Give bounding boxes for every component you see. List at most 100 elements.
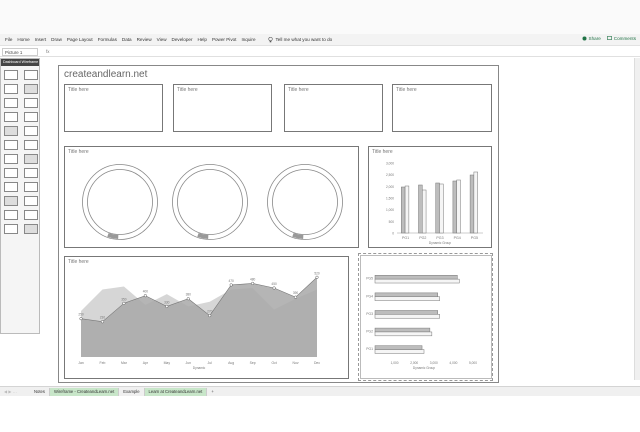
y-tick-label: 1,500 xyxy=(386,197,394,201)
stencil-shape[interactable] xyxy=(4,224,18,234)
title-bar xyxy=(0,0,640,34)
x-tick-label: Jun xyxy=(186,361,192,365)
ribbon-tab-view[interactable]: View xyxy=(157,37,167,42)
data-label: 250 xyxy=(78,313,84,317)
horizontal-bar xyxy=(374,345,423,350)
ribbon-tab-formulas[interactable]: Formulas xyxy=(98,37,117,42)
donut-inner-ring xyxy=(177,169,243,235)
data-label: 400 xyxy=(143,290,149,294)
column-bar xyxy=(401,186,406,234)
tell-me-search[interactable]: Tell me what you want to do xyxy=(267,36,332,43)
comments-button[interactable]: Comments xyxy=(606,36,636,41)
sheet-tab-example[interactable]: Example xyxy=(119,387,145,396)
ribbon-tab-page-layout[interactable]: Page Layout xyxy=(67,37,93,42)
column-bar xyxy=(456,179,461,234)
dashboard-wireframe[interactable]: createandlearn.net Title here Title here… xyxy=(58,65,499,383)
x-tick-label: Nov xyxy=(293,361,299,365)
horizontal-bar xyxy=(374,331,433,337)
stencil-shape[interactable] xyxy=(4,84,18,94)
sheet-tab-wireframe[interactable]: Wireframe - CreateandLearn.net xyxy=(49,387,120,396)
stencil-shape[interactable] xyxy=(24,168,38,178)
column-chart: 0 500 1,000 1,500 2,000 2,500 3,000 PG1 PG2 PG3 PG… xyxy=(386,162,483,245)
line-marker xyxy=(143,294,147,298)
horizontal-bar xyxy=(374,275,458,280)
y-tick-label: PG2 xyxy=(366,329,373,333)
stencil-shape[interactable] xyxy=(4,112,18,122)
stencil-shape[interactable] xyxy=(24,196,38,206)
column-chart-panel[interactable]: Title here 0 500 1,000 1,500 2,000 2,500 3,000… xyxy=(368,146,492,248)
horizontal-bar xyxy=(374,327,431,333)
area-chart-panel[interactable]: Title here 250 230 350 400 330 380 270 470 480 45… xyxy=(64,256,349,379)
stencil-shape[interactable] xyxy=(4,70,18,80)
ribbon-tab-help[interactable]: Help xyxy=(197,37,206,42)
add-sheet-button[interactable]: + xyxy=(207,388,217,396)
stencil-shape[interactable] xyxy=(4,140,18,150)
stencil-shape[interactable] xyxy=(4,210,18,220)
ribbon-tab-power-pivot[interactable]: Power Pivot xyxy=(212,37,237,42)
stencil-shape[interactable] xyxy=(4,154,18,164)
kpi-card-4[interactable]: Title here xyxy=(392,84,492,132)
stencil-shape[interactable] xyxy=(4,182,18,192)
ribbon-tab-data[interactable]: Data xyxy=(122,37,132,42)
share-label: Share xyxy=(588,36,601,41)
name-box[interactable]: Picture 1 xyxy=(2,47,38,56)
horizontal-bar xyxy=(374,349,425,354)
stencil-shape[interactable] xyxy=(24,154,38,164)
stencil-shape[interactable] xyxy=(24,126,38,136)
kpi-card-2[interactable]: Title here xyxy=(173,84,272,132)
stencil-shape[interactable] xyxy=(24,182,38,192)
kpi-title-1: Title here xyxy=(68,87,89,93)
kpi-card-1[interactable]: Title here xyxy=(64,84,163,132)
ribbon-tab-draw[interactable]: Draw xyxy=(51,37,62,42)
brand-title: createandlearn.net xyxy=(64,69,148,80)
donut-inner-ring xyxy=(272,169,338,235)
y-tick-label: 500 xyxy=(389,220,395,224)
ribbon-tab-developer[interactable]: Developer xyxy=(172,37,193,42)
ribbon-tab-home[interactable]: Home xyxy=(17,37,29,42)
horizontal-bar xyxy=(374,296,440,301)
sheet-tab-learn[interactable]: Learn at CreateandLearn.net xyxy=(144,387,208,396)
horizontal-bar xyxy=(374,310,438,315)
column-bar xyxy=(418,184,423,234)
column-bar xyxy=(422,189,427,234)
share-icon xyxy=(582,36,587,41)
line-marker xyxy=(208,314,212,318)
ribbon-tab-review[interactable]: Review xyxy=(137,37,152,42)
ribbon-tab-inquire[interactable]: Inquire xyxy=(241,37,255,42)
line-marker xyxy=(251,281,255,285)
stencil-shape[interactable] xyxy=(4,196,18,206)
donut-outer-ring xyxy=(267,164,343,240)
stencil-shape[interactable] xyxy=(24,84,38,94)
bar-chart-panel[interactable]: PG5 PG4 PG3 PG2 PG1 1,000 2,000 3,000 4,000 5,000… xyxy=(360,255,492,379)
stencil-shape[interactable] xyxy=(24,112,38,122)
stencil-shape[interactable] xyxy=(4,168,18,178)
horizontal-bar xyxy=(374,314,440,319)
kpi-title-4: Title here xyxy=(396,87,417,93)
data-label: 270 xyxy=(207,310,213,314)
y-tick-label: 2,500 xyxy=(386,173,394,177)
comment-icon xyxy=(606,36,612,40)
stencil-shape[interactable] xyxy=(24,140,38,150)
ribbon-tab-insert[interactable]: Insert xyxy=(35,37,47,42)
stencil-shape[interactable] xyxy=(4,98,18,108)
stencil-shape[interactable] xyxy=(24,224,38,234)
donut-panel[interactable]: Title here xyxy=(64,146,359,248)
kpi-card-3[interactable]: Title here xyxy=(284,84,383,132)
stencil-shape[interactable] xyxy=(24,210,38,220)
sheet-tab-notes[interactable]: Notes xyxy=(30,387,50,396)
x-axis-label: Dynamic xyxy=(193,366,206,370)
sheet-nav-arrows[interactable]: ◀ ▶ … xyxy=(4,389,30,394)
donut-panel-title: Title here xyxy=(68,149,89,155)
stencil-shape[interactable] xyxy=(24,70,38,80)
share-button[interactable]: Share xyxy=(582,36,601,41)
stencil-shape[interactable] xyxy=(24,98,38,108)
x-axis-label: Dynamic Group xyxy=(429,241,451,245)
line-marker xyxy=(100,320,105,324)
ribbon-tab-file[interactable]: File xyxy=(5,37,12,42)
x-tick-label: Jan xyxy=(78,361,84,365)
stencil-shape-grid xyxy=(1,66,39,238)
vertical-scrollbar[interactable] xyxy=(634,58,640,380)
stencil-shape[interactable] xyxy=(4,126,18,136)
sheet-tab-bar: ◀ ▶ … Notes Wireframe - CreateandLearn.n… xyxy=(0,386,640,396)
x-tick-label: 1,000 xyxy=(391,361,399,365)
